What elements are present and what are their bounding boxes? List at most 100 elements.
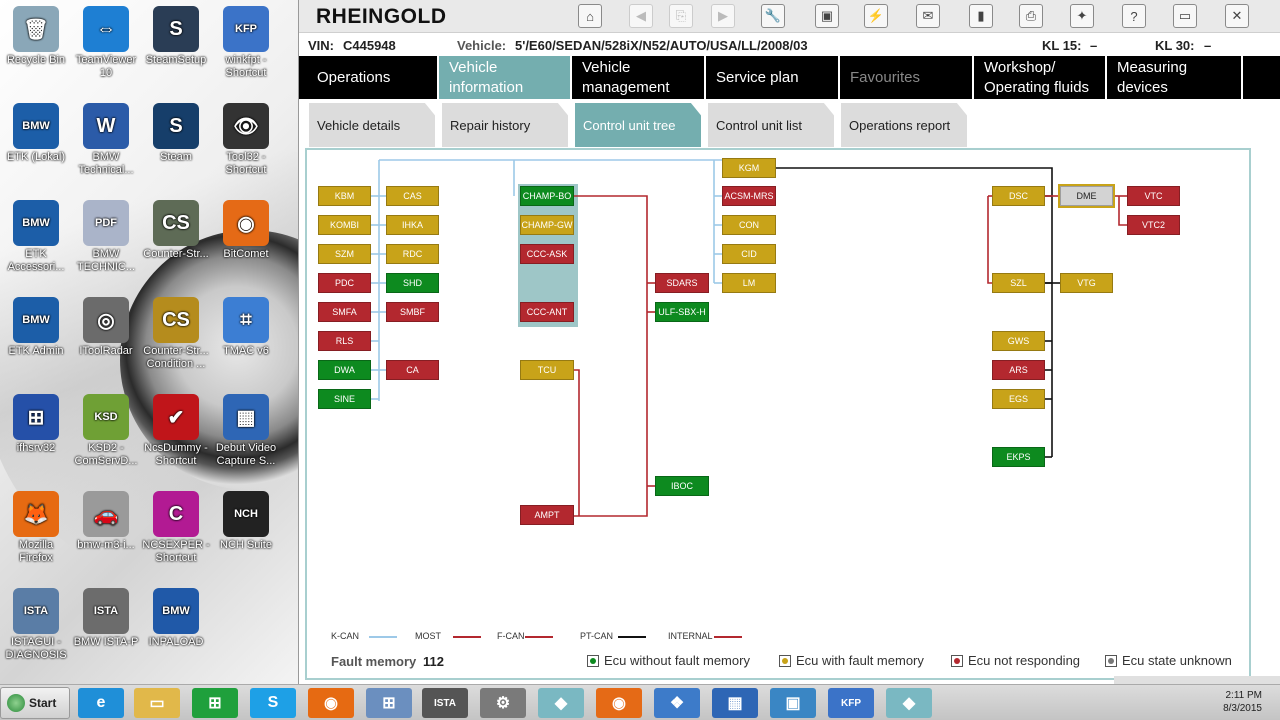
main-tab[interactable]: Operations [299,56,439,99]
desktop-icon[interactable]: BMW INPALOAD [141,588,211,649]
ecu-lm[interactable]: LM [722,273,776,293]
forward-icon[interactable]: ▶ [711,4,735,28]
ecu-ars[interactable]: ARS [992,360,1045,380]
mail-icon[interactable]: ✉ [916,4,940,28]
ecu-sdars[interactable]: SDARS [655,273,709,293]
firefox-icon[interactable]: ◉ [308,688,354,718]
air-icon[interactable]: ✦ [1070,4,1094,28]
desktop-icon[interactable]: BMW ETK Admin [1,297,71,358]
status-legend-item[interactable]: Ecu with fault memory [779,653,924,668]
status-legend-item[interactable]: Ecu state unknown [1105,653,1232,668]
ecu-egs[interactable]: EGS [992,389,1045,409]
ista-p-app-icon[interactable]: ⚙ [480,688,526,718]
ecu-kombi[interactable]: KOMBI [318,215,371,235]
bitcomet-app-icon[interactable]: ◉ [596,688,642,718]
ecu-ekps[interactable]: EKPS [992,447,1045,467]
ecu-ca[interactable]: CA [386,360,439,380]
battery-icon[interactable]: ▮ [969,4,993,28]
main-tab[interactable]: Favourites [840,56,974,99]
main-tab[interactable]: Measuring devices [1107,56,1243,99]
minimize-window-icon[interactable]: ▭ [1173,4,1197,28]
sub-tab[interactable]: Control unit tree [575,103,701,147]
network-app-icon[interactable]: ⊞ [366,688,412,718]
help-icon[interactable]: ? [1122,4,1146,28]
ecu-ccc-ant[interactable]: CCC-ANT [520,302,574,322]
ecu-dsc[interactable]: DSC [992,186,1045,206]
desktop-icon[interactable]: 👁 Tool32 - Shortcut [211,103,281,177]
ecu-dme[interactable]: DME [1058,184,1115,208]
desktop-icon[interactable]: ✔ NcsDummy - Shortcut [141,394,211,468]
kfp-app-icon[interactable]: KFP [828,688,874,718]
wrench-icon[interactable]: 🔧 [761,4,785,28]
ecu-smbf[interactable]: SMBF [386,302,439,322]
image-app-icon[interactable]: ▣ [770,688,816,718]
sub-tab[interactable]: Control unit list [708,103,834,147]
desktop-icon[interactable]: ▦ Debut Video Capture S... [211,394,281,468]
ecu-pdc[interactable]: PDC [318,273,371,293]
ecu-champ-gw[interactable]: CHAMP-GW [520,215,574,235]
ecu-tcu[interactable]: TCU [520,360,574,380]
ecu-szm[interactable]: SZM [318,244,371,264]
ecu-ihka[interactable]: IHKA [386,215,439,235]
ecu-vtc[interactable]: VTC [1127,186,1180,206]
ecu-szl[interactable]: SZL [992,273,1045,293]
copy-icon[interactable]: ⎘ [669,4,693,28]
ecu-vtg[interactable]: VTG [1060,273,1113,293]
video-app-icon[interactable]: ▦ [712,688,758,718]
main-tab[interactable]: Vehicle management [572,56,706,99]
back-icon[interactable]: ◀ [629,4,653,28]
desktop-icon[interactable]: ◎ IToolRadar [71,297,141,358]
start-button[interactable]: Start [0,687,70,719]
ista-app-icon[interactable]: ISTA [422,688,468,718]
windows-app-icon[interactable]: ❖ [654,688,700,718]
sub-tab[interactable]: Vehicle details [309,103,435,147]
desktop-icon[interactable]: C NCSEXPER - Shortcut [141,491,211,565]
desktop-icon[interactable]: CS Counter-Str... Condition ... [141,297,211,371]
desktop-icon[interactable]: BMW ETK (Lokal) [1,103,71,164]
desktop-icon[interactable]: ISTA ISTAGUI - DIAGNOSIS [1,588,71,662]
ecu-iboc[interactable]: IBOC [655,476,709,496]
ecu-con[interactable]: CON [722,215,776,235]
printer-icon[interactable]: ⎙ [1019,4,1043,28]
ecu-shd[interactable]: SHD [386,273,439,293]
desktop-icon[interactable]: ⇔ TeamViewer 10 [71,6,141,80]
ecu-ccc-ask[interactable]: CCC-ASK [520,244,574,264]
main-tab[interactable]: Workshop/ Operating fluids [974,56,1107,99]
note2-app-icon[interactable]: ◆ [886,688,932,718]
ecu-gws[interactable]: GWS [992,331,1045,351]
ecu-acsm-mrs[interactable]: ACSM-MRS [722,186,776,206]
main-tab[interactable]: Vehicle information [439,56,572,99]
sub-tab[interactable]: Operations report [841,103,967,147]
ecu-vtc2[interactable]: VTC2 [1127,215,1180,235]
desktop-icon[interactable]: W BMW Technical... [71,103,141,177]
desktop-icon[interactable]: KSD KSD2 - ComServD... [71,394,141,468]
status-legend-item[interactable]: Ecu not responding [951,653,1080,668]
home-icon[interactable]: ⌂ [578,4,602,28]
ecu-rls[interactable]: RLS [318,331,371,351]
skype-icon[interactable]: S [250,688,296,718]
status-legend-item[interactable]: Ecu without fault memory [587,653,750,668]
ecu-ulf-sbx-h[interactable]: ULF-SBX-H [655,302,709,322]
main-tab[interactable]: Service plan [706,56,840,99]
sub-tab[interactable]: Repair history [442,103,568,147]
close-icon[interactable]: ✕ [1225,4,1249,28]
desktop-icon[interactable]: BMW ETK Accessori... [1,200,71,274]
ecu-sine[interactable]: SINE [318,389,371,409]
desktop-icon[interactable]: CS Counter-Str... [141,200,211,261]
ecu-kbm[interactable]: KBM [318,186,371,206]
desktop-icon[interactable]: NCH NCH Suite [211,491,281,552]
desktop-icon[interactable]: S Steam [141,103,211,164]
ecu-dwa[interactable]: DWA [318,360,371,380]
ecu-rdc[interactable]: RDC [386,244,439,264]
desktop-icon[interactable]: 🦊 Mozilla Firefox [1,491,71,565]
desktop-icon[interactable]: 🚗 bmw-m3-i... [71,491,141,552]
desktop-icon[interactable]: ◉ BitComet [211,200,281,261]
connection-icon[interactable]: ⚡ [864,4,888,28]
ecu-ampt[interactable]: AMPT [520,505,574,525]
desktop-icon[interactable]: ⌗ TMAC v6 [211,297,281,358]
ie-icon[interactable]: e [78,688,124,718]
desktop-icon[interactable]: ISTA BMW ISTA-P [71,588,141,649]
desktop-icon[interactable]: KFP winkfpt - Shortcut [211,6,281,80]
display-fault-button[interactable] [1114,676,1280,684]
desktop-icon[interactable]: PDF BMW TECHNIC... [71,200,141,274]
